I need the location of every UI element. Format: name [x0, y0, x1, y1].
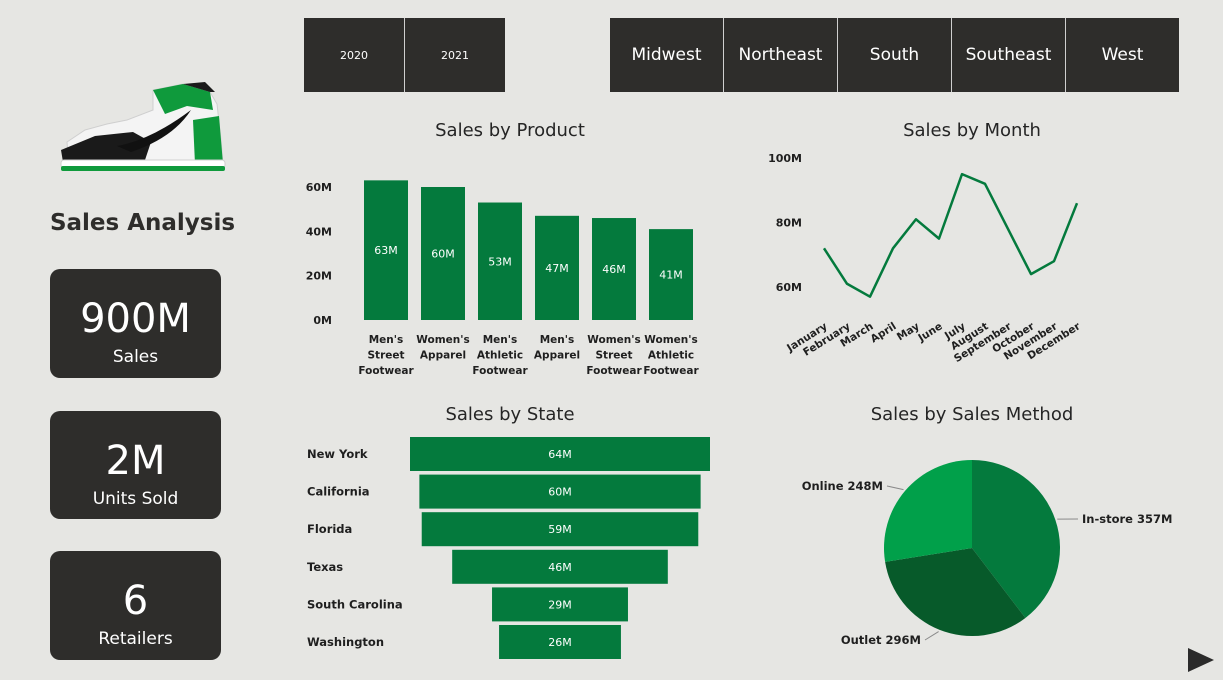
pie-data-label: Online 248M: [802, 479, 883, 493]
pie-leader-line: [886, 485, 904, 491]
pie-data-label: In-store 357M: [1082, 512, 1172, 526]
pie-leader-line: [924, 631, 939, 641]
sales-by-sales-method-chart: In-store 357M Outlet 296M Online 248M: [802, 460, 1172, 647]
pie-slice: [884, 460, 972, 562]
next-page-arrow-icon[interactable]: [1186, 646, 1216, 674]
pie-data-label: Outlet 296M: [841, 633, 921, 647]
